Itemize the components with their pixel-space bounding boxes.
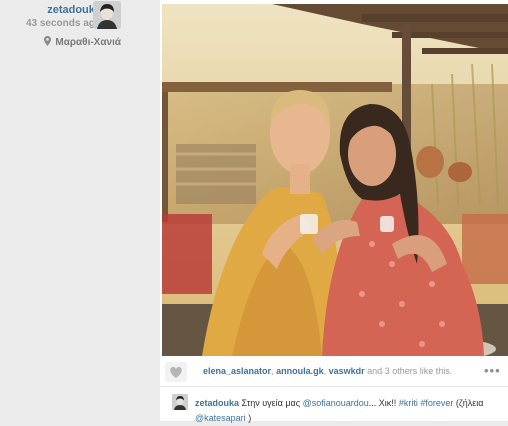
- post-meta-column: zetadouka 43 seconds ago Μαραθι-Χανιά: [0, 0, 138, 421]
- avatar-image: [93, 1, 121, 29]
- caption-text-segment: Στην υγεία μας: [241, 398, 301, 408]
- hashtag-link[interactable]: #kriti: [399, 398, 418, 408]
- post-photo[interactable]: [162, 4, 508, 356]
- post-location[interactable]: Μαραθι-Χανιά: [44, 36, 121, 48]
- like-user-link[interactable]: elena_aslanator: [203, 366, 271, 376]
- likes-separator: ,: [271, 366, 274, 376]
- photo-image: [162, 4, 508, 356]
- caption-row: zetadouka Στην υγεία μας @sofianouardou.…: [160, 388, 508, 423]
- likes-others-text[interactable]: and 3 others like this.: [367, 366, 452, 376]
- avatar[interactable]: [93, 1, 121, 29]
- caption-text-segment: ... Χικ!!: [368, 398, 397, 408]
- map-pin-icon: [44, 36, 52, 46]
- avatar-image: [172, 394, 188, 410]
- post-card: elena_aslanator, annoula.gk, vaswkdr and…: [160, 0, 508, 423]
- mention-link[interactable]: @sofianouardou: [303, 398, 369, 408]
- caption-text-segment: ): [248, 413, 252, 423]
- mention-link[interactable]: @katesapari: [195, 413, 246, 423]
- post-timestamp[interactable]: 43 seconds ago: [26, 18, 101, 29]
- caption-avatar[interactable]: [172, 394, 188, 410]
- caption-text-segment: (ζήλεια: [455, 398, 484, 408]
- more-dots-icon[interactable]: •••: [484, 362, 506, 382]
- location-label: Μαραθι-Χανιά: [55, 37, 121, 48]
- like-user-link[interactable]: annoula.gk: [276, 366, 324, 376]
- hashtag-link[interactable]: #forever: [420, 398, 453, 408]
- caption-username[interactable]: zetadouka: [195, 398, 239, 408]
- caption-text: zetadouka Στην υγεία μας @sofianouardou.…: [195, 396, 505, 426]
- like-user-link[interactable]: vaswkdr: [329, 366, 365, 376]
- likes-summary: elena_aslanator, annoula.gk, vaswkdr and…: [203, 366, 452, 376]
- like-button[interactable]: [165, 362, 187, 382]
- likes-row: elena_aslanator, annoula.gk, vaswkdr and…: [160, 358, 508, 387]
- likes-separator: ,: [323, 366, 327, 376]
- heart-icon: [170, 366, 182, 378]
